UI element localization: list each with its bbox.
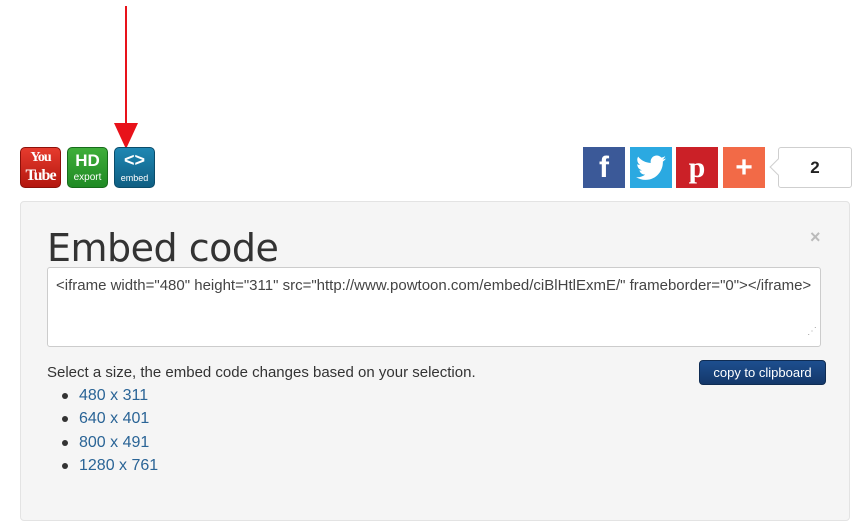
panel-title: Embed code [47, 226, 279, 270]
size-option-480[interactable]: 480 x 311 [59, 384, 158, 407]
size-option-1280[interactable]: 1280 x 761 [59, 454, 158, 477]
embed-icon-label: embed [120, 173, 149, 183]
share-count-badge: 2 [778, 147, 852, 188]
twitter-share-button[interactable] [630, 147, 672, 188]
annotation-arrow-head [114, 123, 138, 149]
resize-grip-icon[interactable]: ⋰ [807, 321, 817, 343]
hd-export-icon-line1: HD [75, 151, 100, 170]
embed-icon[interactable]: <> embed [114, 147, 155, 188]
facebook-icon: f [599, 150, 609, 184]
size-options-list: 480 x 311 640 x 401 800 x 491 1280 x 761 [59, 384, 158, 477]
more-share-button[interactable]: + [723, 147, 765, 188]
size-option-800[interactable]: 800 x 491 [59, 431, 158, 454]
youtube-icon-line2: Tube [25, 167, 56, 184]
youtube-icon[interactable]: You Tube [20, 147, 61, 188]
embed-code-textarea[interactable]: <iframe width="480" height="311" src="ht… [47, 267, 821, 347]
twitter-icon [636, 155, 666, 180]
embed-code-text: <iframe width="480" height="311" src="ht… [56, 277, 812, 294]
pinterest-icon: p [688, 150, 706, 184]
hd-export-icon-line2: export [73, 172, 102, 183]
plus-icon: + [735, 150, 753, 184]
facebook-share-button[interactable]: f [583, 147, 625, 188]
copy-to-clipboard-button[interactable]: copy to clipboard [699, 360, 826, 385]
hd-export-icon[interactable]: HD export [67, 147, 108, 188]
annotation-arrow-line [125, 6, 127, 124]
size-option-640[interactable]: 640 x 401 [59, 407, 158, 430]
pinterest-share-button[interactable]: p [676, 147, 718, 188]
youtube-icon-line1: You [30, 150, 51, 165]
size-instruction: Select a size, the embed code changes ba… [47, 364, 476, 381]
embed-icon-glyph: <> [123, 150, 146, 170]
close-icon[interactable]: × [810, 228, 821, 246]
embed-code-panel: Embed code × <iframe width="480" height=… [20, 201, 850, 521]
